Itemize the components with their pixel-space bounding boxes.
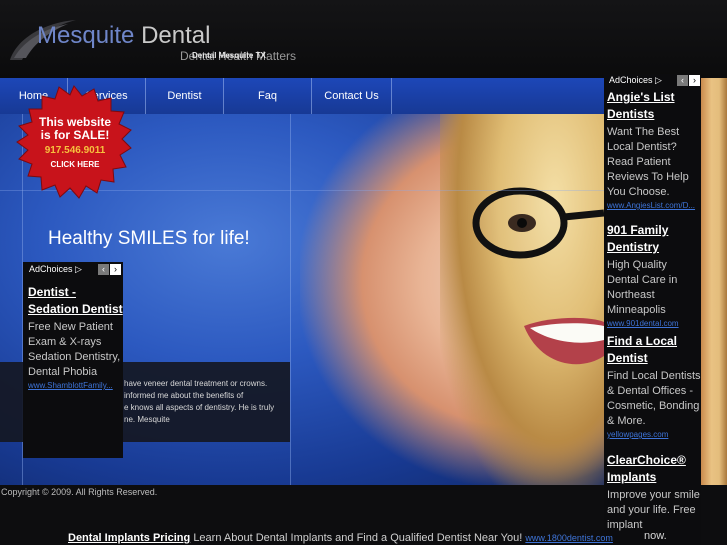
ad-url-link[interactable]: www.901dental.com [607,319,701,328]
ad-item: 901 Family Dentistry High Quality Dental… [607,222,701,328]
right-bottom-fill [701,485,727,545]
adchoices-label[interactable]: AdChoices [29,264,73,274]
ad-description: Find Local Dentists & Dental Offices - C… [607,370,701,427]
bottom-text-ad: Dental Implants Pricing Learn About Dent… [68,532,613,544]
adchoices-bar[interactable]: AdChoices ▷ ‹ › [29,264,121,278]
ad-url-link[interactable]: www.AngiesList.com/D... [607,201,701,210]
testimonial-line: ne. Mesquite [124,415,170,424]
ad-trailing-text: now. [644,530,667,542]
nav-dentist[interactable]: Dentist [146,78,224,114]
ad-description: High Quality Dental Care in Northeast Mi… [607,259,678,316]
ad-item: Find a Local Dentist Find Local Dentists… [607,333,701,439]
site-heading: Dental Mesquite TX [192,51,266,60]
hero-photo-hair [440,78,604,485]
ad-nav-arrows: ‹ › [677,75,701,87]
ad-title-link[interactable]: Angie's List Dentists [607,89,701,123]
testimonial-line: e knows all aspects of dentistry. He is … [124,403,275,412]
ad-url-link[interactable]: yellowpages.com [607,430,701,439]
grid-line [290,78,291,485]
sale-phone: 917.546.9011 [44,145,106,156]
ad-next-icon[interactable]: › [110,264,121,275]
hero-headline: Healthy SMILES for life! [48,228,250,249]
adchoices-icon: ▷ [75,264,82,274]
ad-title-link[interactable]: Find a Local Dentist [607,333,701,367]
bottom-ad-title-link[interactable]: Dental Implants Pricing [68,532,190,544]
bottom-ad-url-link[interactable]: www.1800dentist.com [525,533,613,543]
sale-line2: is for SALE! [40,128,110,142]
testimonial-line: informed me about the benefits of [124,391,244,400]
ad-description: Want The Best Local Dentist? Read Patien… [607,126,689,198]
ad-title-link[interactable]: 901 Family Dentistry [607,222,701,256]
sale-badge-text[interactable]: This website is for SALE! 917.546.9011 C… [25,116,125,170]
smile-image [524,317,604,365]
logo-text[interactable]: Mesquite Dental [37,22,210,50]
hero-photo-hair-edge [701,78,727,485]
site-header: Mesquite Dental Dental Health Matters De… [0,0,727,78]
page: Mesquite Dental Dental Health Matters De… [0,0,727,545]
ad-item: Angie's List Dentists Want The Best Loca… [607,89,701,210]
ad-unit-right: AdChoices ▷ ‹ › Angie's List Dentists Wa… [604,74,701,545]
logo-text-dental: Dental [141,22,211,49]
ad-unit-left: AdChoices ▷ ‹ › Dentist - Sedation Denti… [23,262,123,458]
ad-prev-icon[interactable]: ‹ [677,75,688,86]
ad-next-icon[interactable]: › [689,75,700,86]
glasses-image [472,187,604,259]
adchoices-label[interactable]: AdChoices [609,75,653,85]
ad-prev-icon[interactable]: ‹ [98,264,109,275]
testimonial-line: have veneer dental treatment or crowns. [124,379,268,388]
ad-description: Free New Patient Exam & X-rays Sedation … [28,321,121,378]
ad-item: ClearChoice® Implants Improve your smile… [607,452,701,533]
ad-title-link[interactable]: ClearChoice® Implants [607,452,701,486]
adchoices-icon: ▷ [655,75,662,85]
logo-text-mesquite: Mesquite [37,22,135,49]
ad-description: Improve your smile and your life. Free i… [607,489,700,531]
nav-contact-us[interactable]: Contact Us [312,78,392,114]
ad-content: Dentist - Sedation Dentist Free New Pati… [28,284,123,390]
ad-nav-arrows: ‹ › [98,264,122,276]
sale-click-here[interactable]: CLICK HERE [25,160,125,169]
ad-url-link[interactable]: www.ShamblottFamily... [28,381,123,390]
adchoices-bar[interactable]: AdChoices ▷ ‹ › [609,75,701,89]
ad-title-link[interactable]: Dentist - Sedation Dentist [28,284,123,318]
nav-faq[interactable]: Faq [224,78,312,114]
bottom-ad-description: Learn About Dental Implants and Find a Q… [193,532,523,544]
copyright-text: Copyright © 2009. All Rights Reserved. [1,487,158,497]
